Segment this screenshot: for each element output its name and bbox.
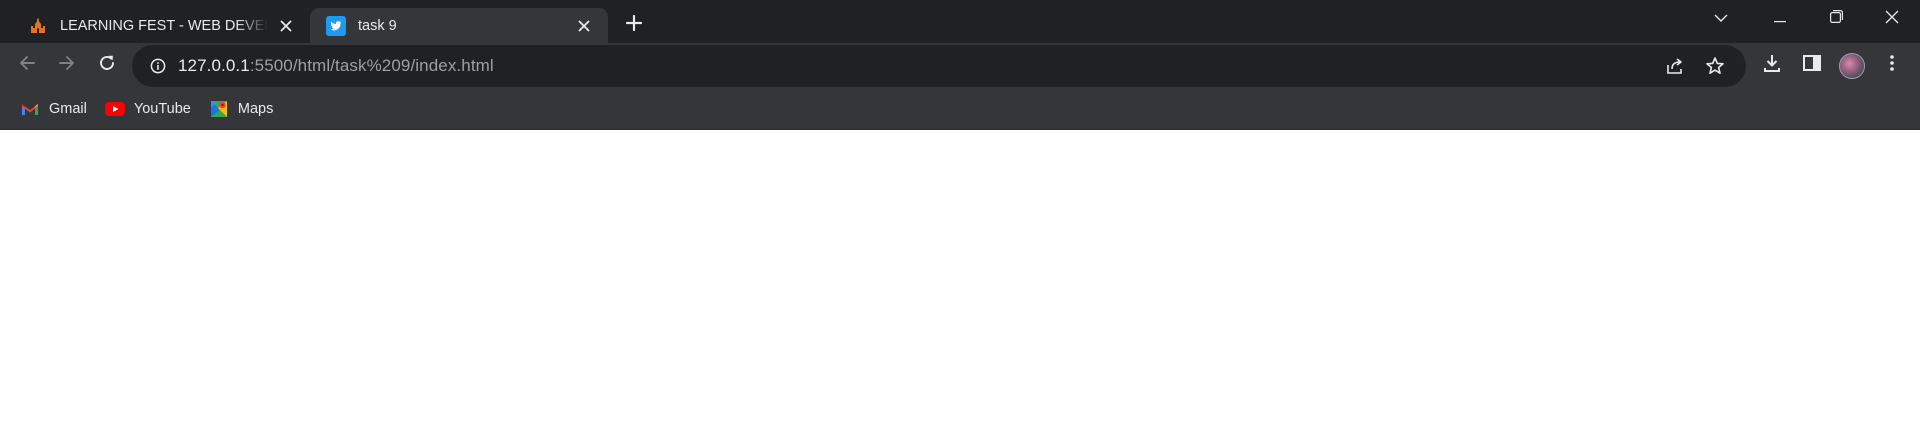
bookmark-maps[interactable]: Maps bbox=[201, 94, 281, 124]
maps-icon bbox=[209, 99, 229, 119]
forward-button[interactable] bbox=[50, 49, 84, 83]
new-tab-button[interactable] bbox=[620, 11, 648, 39]
back-button[interactable] bbox=[10, 49, 44, 83]
tab-title: LEARNING FEST - WEB DEVELOPMENT bbox=[60, 17, 268, 34]
page-content bbox=[0, 130, 1920, 444]
close-tab-icon[interactable] bbox=[276, 16, 296, 36]
arrow-right-icon bbox=[58, 54, 76, 77]
side-panel-button[interactable] bbox=[1792, 46, 1832, 86]
browser-window: LEARNING FEST - WEB DEVELOPMENT task 9 bbox=[0, 0, 1920, 444]
gmail-icon bbox=[20, 99, 40, 119]
url-path: :5500/html/task%209/index.html bbox=[249, 55, 494, 75]
address-bar[interactable]: 127.0.0.1:5500/html/task%209/index.html bbox=[132, 44, 1746, 87]
site-info-icon[interactable] bbox=[146, 54, 170, 78]
tab-search-button[interactable] bbox=[1696, 0, 1746, 38]
bookmark-star-icon[interactable] bbox=[1698, 49, 1732, 83]
url-host: 127.0.0.1 bbox=[178, 55, 250, 75]
url-text[interactable]: 127.0.0.1:5500/html/task%209/index.html bbox=[178, 56, 1652, 76]
close-tab-icon[interactable] bbox=[574, 16, 594, 36]
bookmark-label: Maps bbox=[237, 100, 274, 117]
chevron-down-icon bbox=[1714, 10, 1728, 28]
bookmark-label: YouTube bbox=[133, 100, 191, 117]
menu-button[interactable] bbox=[1872, 46, 1912, 86]
avatar bbox=[1839, 52, 1865, 79]
close-icon bbox=[1885, 10, 1899, 29]
tab-title: task 9 bbox=[358, 17, 397, 34]
reload-button[interactable] bbox=[90, 49, 124, 83]
download-icon bbox=[1762, 53, 1782, 78]
restore-icon bbox=[1829, 10, 1843, 28]
profile-button[interactable] bbox=[1832, 46, 1872, 86]
downloads-button[interactable] bbox=[1752, 46, 1792, 86]
more-vertical-icon bbox=[1889, 54, 1895, 77]
tab-list: LEARNING FEST - WEB DEVELOPMENT task 9 bbox=[0, 0, 648, 43]
twitter-bird-icon bbox=[326, 15, 346, 36]
tab-learning-fest[interactable]: LEARNING FEST - WEB DEVELOPMENT bbox=[12, 8, 310, 43]
plus-icon bbox=[625, 14, 643, 36]
close-window-button[interactable] bbox=[1864, 0, 1920, 38]
bookmark-gmail[interactable]: Gmail bbox=[12, 94, 95, 124]
tab-task-9[interactable]: task 9 bbox=[310, 8, 608, 43]
window-controls bbox=[1696, 0, 1920, 38]
restore-button[interactable] bbox=[1808, 0, 1864, 38]
share-icon[interactable] bbox=[1658, 49, 1692, 83]
bookmarks-bar: Gmail YouTube Maps bbox=[0, 88, 1920, 130]
youtube-icon bbox=[104, 99, 125, 119]
bookmark-label: Gmail bbox=[49, 100, 87, 117]
bookmark-youtube[interactable]: YouTube bbox=[97, 94, 199, 124]
arrow-left-icon bbox=[18, 54, 36, 77]
fire-castle-icon bbox=[28, 16, 48, 36]
side-panel-icon bbox=[1803, 54, 1821, 77]
minimize-button[interactable] bbox=[1752, 0, 1808, 38]
reload-icon bbox=[98, 54, 116, 77]
toolbar: 127.0.0.1:5500/html/task%209/index.html bbox=[0, 43, 1920, 88]
minimize-icon bbox=[1774, 10, 1786, 28]
tab-strip: LEARNING FEST - WEB DEVELOPMENT task 9 bbox=[0, 0, 1920, 43]
